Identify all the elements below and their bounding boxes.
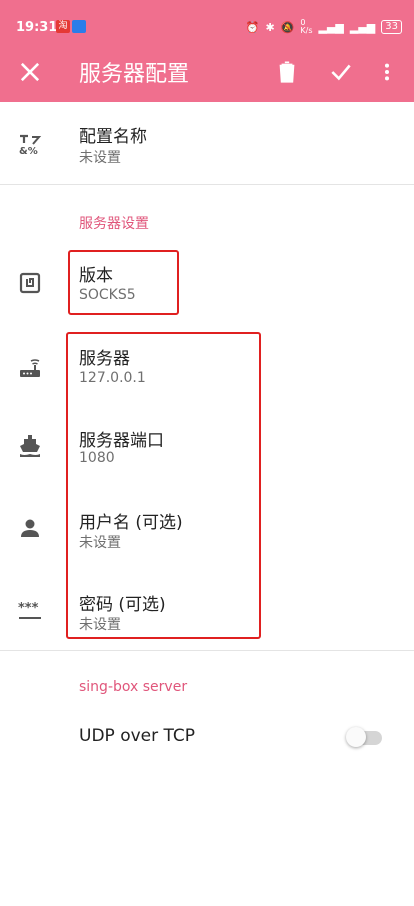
text-format-icon: &% bbox=[19, 134, 42, 156]
svg-text:&%: &% bbox=[19, 146, 38, 156]
status-time: 19:31 bbox=[16, 20, 58, 35]
signal-icon: ▂▄▆ bbox=[318, 20, 344, 34]
app-notification-icon bbox=[72, 20, 86, 33]
check-icon[interactable] bbox=[328, 59, 354, 85]
password-icon: *** bbox=[18, 601, 41, 619]
router-icon bbox=[20, 359, 40, 377]
udp-over-tcp-title: UDP over TCP bbox=[79, 726, 196, 746]
highlight-box-version bbox=[68, 250, 179, 315]
section-header-singbox: sing-box server bbox=[79, 679, 188, 695]
toolbar: 服务器配置 bbox=[0, 42, 414, 102]
udp-over-tcp-switch[interactable] bbox=[346, 727, 384, 747]
app-screen: 19:31 淘 ⏰ ✱ 🔕 0 K/s ▂▄▆ ▂▄▆ 33 服务器配置 &% … bbox=[0, 0, 414, 906]
mute-icon: 🔕 bbox=[280, 20, 295, 34]
alarm-icon: ⏰ bbox=[245, 20, 260, 34]
page-title: 服务器配置 bbox=[79, 62, 190, 87]
more-vert-icon[interactable] bbox=[376, 59, 398, 85]
person-icon bbox=[21, 519, 39, 537]
status-bar: 19:31 淘 ⏰ ✱ 🔕 0 K/s ▂▄▆ ▂▄▆ 33 bbox=[0, 0, 414, 42]
taobao-notification-icon: 淘 bbox=[56, 20, 70, 33]
version-row[interactable]: 版本 SOCKS5 bbox=[0, 243, 414, 323]
divider bbox=[0, 650, 414, 651]
ship-icon bbox=[20, 435, 40, 457]
profile-name-row[interactable]: &% 配置名称 未设置 bbox=[0, 102, 414, 184]
close-icon[interactable] bbox=[16, 58, 44, 86]
profile-name-summary: 未设置 bbox=[79, 150, 121, 166]
svg-text:***: *** bbox=[18, 601, 39, 616]
trash-icon[interactable] bbox=[274, 58, 300, 86]
network-speed: 0 K/s bbox=[300, 18, 313, 35]
highlight-box-server-fields bbox=[66, 332, 261, 639]
nfc-icon bbox=[19, 272, 41, 294]
battery-indicator: 33 bbox=[381, 20, 402, 34]
switch-thumb bbox=[346, 727, 366, 747]
profile-name-title: 配置名称 bbox=[79, 127, 147, 147]
section-header-server-settings: 服务器设置 bbox=[79, 216, 149, 232]
bluetooth-icon: ✱ bbox=[265, 20, 275, 34]
status-indicators: ⏰ ✱ 🔕 0 K/s ▂▄▆ ▂▄▆ 33 bbox=[246, 19, 402, 35]
signal-icon-2: ▂▄▆ bbox=[349, 20, 376, 34]
divider bbox=[0, 184, 414, 185]
